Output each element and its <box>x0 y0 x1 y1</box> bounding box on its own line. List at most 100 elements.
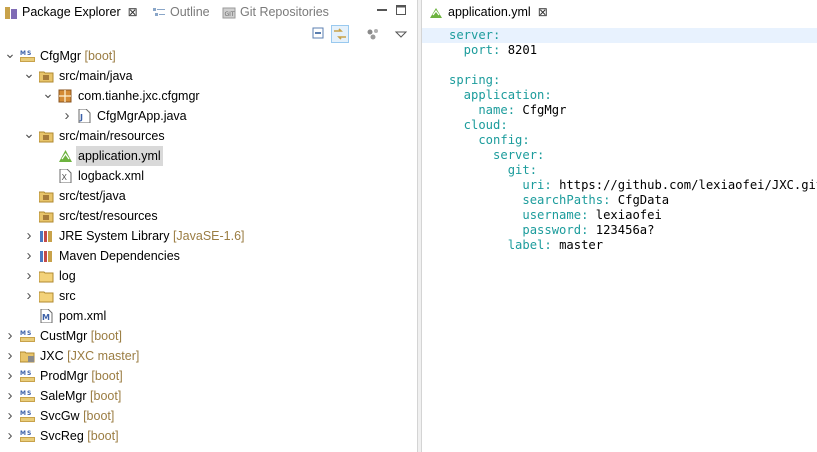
chevron-right-icon[interactable]: › <box>4 366 16 386</box>
tree-item-decoration: [JavaSE-1.6] <box>172 229 245 243</box>
chevron-right-icon[interactable]: › <box>23 286 35 306</box>
tree-item-label: src <box>59 289 76 303</box>
tree-item-label: src/test/java <box>59 189 126 203</box>
chevron-right-icon[interactable]: › <box>4 406 16 426</box>
tree-item[interactable]: › JXC [JXC master] <box>0 346 417 366</box>
minimize-icon[interactable] <box>375 3 389 17</box>
tree-item[interactable]: src/test/java <box>0 186 417 206</box>
tree-item[interactable]: src/test/resources <box>0 206 417 226</box>
library-icon <box>39 229 54 243</box>
tree-item-decoration: [JXC master] <box>67 349 140 363</box>
outline-icon <box>153 7 165 16</box>
collapse-all-icon[interactable] <box>310 25 328 43</box>
code-line: config: <box>449 133 817 148</box>
tree-item[interactable]: application.yml <box>0 146 417 166</box>
code-text[interactable]: server: port: 8201 spring: application: n… <box>449 28 817 253</box>
yaml-value: 8201 <box>500 43 538 57</box>
tree-item-label: src/test/resources <box>59 209 158 223</box>
tree-item[interactable]: ⌄ M S CfgMgr [boot] <box>0 46 417 66</box>
tab-package-explorer[interactable]: Package Explorer ⊠ <box>4 0 138 24</box>
source-folder-icon <box>38 189 54 203</box>
svg-text:GIT: GIT <box>225 11 235 18</box>
tree-item-label: SvcReg [boot] <box>40 429 119 443</box>
tree-item-label: Maven Dependencies <box>59 249 180 263</box>
yaml-value: CfgMgr <box>515 103 567 117</box>
chevron-right-icon[interactable]: › <box>61 106 73 126</box>
explorer-toolbar <box>0 25 417 45</box>
tree-item[interactable]: › JRE System Library [JavaSE-1.6] <box>0 226 417 246</box>
folder-icon <box>38 269 54 283</box>
tree-item-label: CfgMgrApp.java <box>97 109 187 123</box>
tab-application-yml[interactable]: application.yml ⊠ <box>428 0 548 24</box>
code-line: spring: <box>449 73 817 88</box>
tab-outline[interactable]: Outline <box>152 0 210 24</box>
link-with-editor-button[interactable] <box>331 25 349 43</box>
git-project-icon <box>19 349 35 363</box>
yaml-key: port: <box>449 43 501 57</box>
xml-file-icon: X <box>58 168 73 184</box>
chevron-right-icon[interactable]: › <box>4 426 16 446</box>
tree-item[interactable]: › M S SvcReg [boot] <box>0 426 417 446</box>
tree-item[interactable]: › log <box>0 266 417 286</box>
tree-item[interactable]: › M S ProdMgr [boot] <box>0 366 417 386</box>
pom-file-icon: M <box>39 308 54 324</box>
chevron-right-icon[interactable]: › <box>23 266 35 286</box>
tree-item[interactable]: Xlogback.xml <box>0 166 417 186</box>
yaml-key: username: <box>449 208 589 222</box>
chevron-down-icon[interactable]: ⌄ <box>42 86 54 106</box>
tree-item[interactable]: ⌄ src/main/resources <box>0 126 417 146</box>
close-icon[interactable]: ⊠ <box>538 0 548 24</box>
tree-item-decoration: [boot] <box>84 49 116 63</box>
code-line: password: 123456a? <box>449 223 817 238</box>
code-line: name: CfgMgr <box>449 103 817 118</box>
tab-git-repositories[interactable]: GIT Git Repositories <box>222 0 329 24</box>
code-line: port: 8201 <box>449 43 817 58</box>
editor-tabbar: application.yml ⊠ <box>422 0 817 24</box>
tree-item-label: SaleMgr [boot] <box>40 389 122 403</box>
folder-icon <box>38 289 54 303</box>
tree-item-label: application.yml <box>76 146 163 166</box>
tree-item[interactable]: › src <box>0 286 417 306</box>
chevron-right-icon[interactable]: › <box>4 386 16 406</box>
tree-item[interactable]: › M S CustMgr [boot] <box>0 326 417 346</box>
boot-project-icon: MS <box>20 389 35 403</box>
tree-item-decoration: [boot] <box>90 329 122 343</box>
tree-item[interactable]: › Maven Dependencies <box>0 246 417 266</box>
tree-item[interactable]: › M S SaleMgr [boot] <box>0 386 417 406</box>
tree-item[interactable]: Mpom.xml <box>0 306 417 326</box>
boot-project-icon: MS <box>20 429 35 443</box>
chevron-down-icon[interactable]: ⌄ <box>4 46 16 66</box>
package-explorer-panel: Package Explorer ⊠ Outline GIT Git Reposi… <box>0 0 417 452</box>
chevron-right-icon[interactable]: › <box>4 346 16 366</box>
code-line: server: <box>449 148 817 163</box>
svg-text:S: S <box>27 390 31 397</box>
tree-item-label: pom.xml <box>59 309 107 323</box>
tree-item-label: ProdMgr [boot] <box>40 369 123 383</box>
tree-item[interactable]: › J CfgMgrApp.java <box>0 106 417 126</box>
filter-icon[interactable] <box>364 25 382 43</box>
chevron-right-icon[interactable]: › <box>4 326 16 346</box>
view-menu-icon[interactable] <box>392 25 410 43</box>
source-folder-icon <box>38 209 54 223</box>
svg-text:M: M <box>42 313 50 322</box>
editor-panel: application.yml ⊠ server: port: 8201 sprin… <box>422 0 817 452</box>
code-line: username: lexiaofei <box>449 208 817 223</box>
tree-item-label: JRE System Library [JavaSE-1.6] <box>59 229 245 243</box>
package-explorer-icon <box>5 6 17 19</box>
library-icon <box>39 249 54 263</box>
tree-item[interactable]: ⌄ com.tianhe.jxc.cfgmgr <box>0 86 417 106</box>
close-icon[interactable]: ⊠ <box>128 0 138 24</box>
yaml-key: application: <box>449 88 552 102</box>
maximize-icon[interactable] <box>394 3 408 17</box>
tree-item[interactable]: ⌄ src/main/java <box>0 66 417 86</box>
code-editor[interactable]: server: port: 8201 spring: application: n… <box>422 24 817 452</box>
package-icon <box>58 89 73 103</box>
tree-item-label: SvcGw [boot] <box>40 409 115 423</box>
tree-item[interactable]: › M S SvcGw [boot] <box>0 406 417 426</box>
chevron-down-icon[interactable]: ⌄ <box>23 126 35 146</box>
chevron-right-icon[interactable]: › <box>23 226 35 246</box>
svg-text:X: X <box>62 173 68 182</box>
tree-item-label: src/main/resources <box>59 129 165 143</box>
chevron-right-icon[interactable]: › <box>23 246 35 266</box>
chevron-down-icon[interactable]: ⌄ <box>23 66 35 86</box>
